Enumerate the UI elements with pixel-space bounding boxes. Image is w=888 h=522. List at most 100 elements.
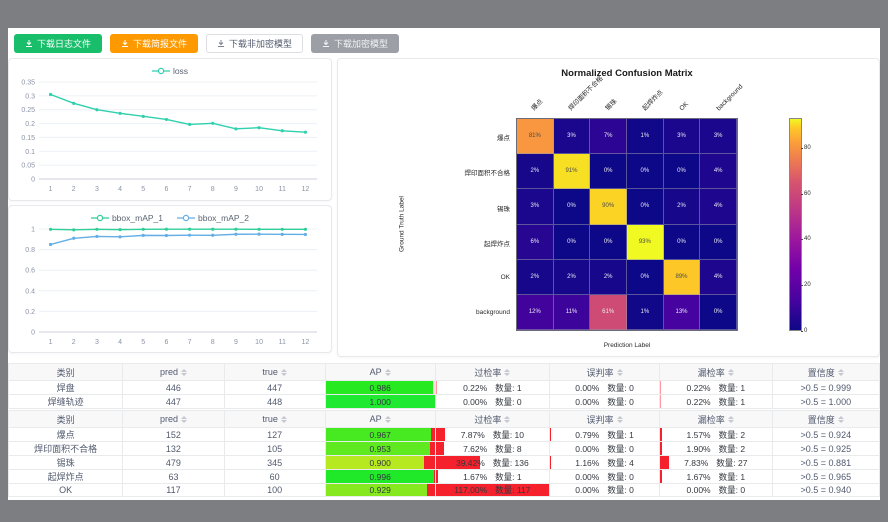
matrix-cell: 89% <box>664 260 701 295</box>
column-header-误判率[interactable]: 误判率 <box>550 364 660 381</box>
download-encrypted-model-button[interactable]: 下载加密模型 <box>311 34 399 53</box>
column-header-pred[interactable]: pred <box>123 411 224 428</box>
rate-text: 1.16%数量: 4 <box>550 456 659 469</box>
column-header-true[interactable]: true <box>224 411 325 428</box>
matrix-cell: 3% <box>664 119 701 154</box>
column-header-漏检率[interactable]: 漏检率 <box>660 364 773 381</box>
true-cell: 127 <box>224 428 325 442</box>
column-header-inner[interactable]: 置信度 <box>773 366 879 379</box>
ap-text: 0.929 <box>370 485 391 495</box>
column-header-label: 漏检率 <box>698 366 725 379</box>
overdetect-cell: 39.42%数量: 136 <box>435 456 549 470</box>
download-unencrypted-model-button[interactable]: 下载非加密模型 <box>206 34 303 53</box>
sort-carets-icon[interactable] <box>838 369 844 376</box>
svg-text:6: 6 <box>164 339 168 346</box>
rate-text: 1.67%数量: 1 <box>660 470 772 483</box>
confidence-cell: >0.5 = 0.925 <box>772 442 879 456</box>
loss-chart-panel: loss 00.050.10.150.20.250.30.35123456789… <box>8 58 332 201</box>
sort-carets-icon[interactable] <box>728 369 734 376</box>
sort-carets-icon[interactable] <box>838 416 844 423</box>
column-header-误判率[interactable]: 误判率 <box>550 411 660 428</box>
legend-item-bbox_mAP_1[interactable]: bbox_mAP_1 <box>91 213 163 223</box>
rate-count: 数量: 0 <box>719 484 745 496</box>
sort-carets-icon[interactable] <box>181 369 187 376</box>
rate-bar-cell: 0.00%数量: 0 <box>550 442 659 455</box>
misjudge-cell: 0.79%数量: 1 <box>550 428 660 442</box>
column-header-inner[interactable]: 漏检率 <box>660 366 772 379</box>
matrix-cell: 7% <box>590 119 627 154</box>
column-header-漏检率[interactable]: 漏检率 <box>660 411 773 428</box>
column-header-pred[interactable]: pred <box>123 364 224 381</box>
column-header-inner[interactable]: true <box>225 367 325 377</box>
svg-text:0.1: 0.1 <box>25 149 35 156</box>
ap-text: 0.900 <box>370 458 391 468</box>
line-chart-svg: 00.050.10.150.20.250.30.3512345678910111… <box>9 77 331 195</box>
rate-pct: 0.22% <box>687 397 711 407</box>
column-header-inner[interactable]: 过检率 <box>436 366 549 379</box>
column-header-类别: 类别 <box>9 364 123 381</box>
missdetect-cell: 7.83%数量: 27 <box>660 456 773 470</box>
sort-carets-icon[interactable] <box>281 369 287 376</box>
matrix-cell: 0% <box>590 154 627 189</box>
column-header-inner[interactable]: pred <box>123 367 223 377</box>
legend-line-icon <box>152 67 170 75</box>
column-header-inner[interactable]: 误判率 <box>550 366 659 379</box>
svg-text:4: 4 <box>118 186 122 193</box>
class-cell: 爆点 <box>9 428 123 442</box>
column-header-过检率[interactable]: 过检率 <box>435 411 549 428</box>
download-log-button[interactable]: 下载日志文件 <box>14 34 102 53</box>
sort-carets-icon[interactable] <box>617 416 623 423</box>
sort-carets-icon[interactable] <box>504 416 510 423</box>
rate-pct: 1.67% <box>463 472 487 482</box>
column-header-过检率[interactable]: 过检率 <box>435 364 549 381</box>
matrix-col-label: 爆点 <box>530 97 546 113</box>
column-header-inner[interactable]: 过检率 <box>436 413 549 426</box>
missdetect-cell: 0.22%数量: 1 <box>660 381 773 395</box>
legend-item-loss[interactable]: loss <box>152 66 188 76</box>
download-report-button[interactable]: 下载简报文件 <box>110 34 198 53</box>
misjudge-cell: 0.00%数量: 0 <box>550 381 660 395</box>
column-header-inner[interactable]: 漏检率 <box>660 413 772 426</box>
legend-label: bbox_mAP_2 <box>198 213 249 223</box>
download-encrypted-model-label: 下载加密模型 <box>334 37 388 50</box>
column-header-置信度[interactable]: 置信度 <box>772 411 879 428</box>
sort-carets-icon[interactable] <box>728 416 734 423</box>
svg-text:8: 8 <box>211 186 215 193</box>
missdetect-cell: 1.57%数量: 2 <box>660 428 773 442</box>
rate-text: 0.00%数量: 0 <box>550 484 659 496</box>
sort-carets-icon[interactable] <box>181 416 187 423</box>
legend-item-bbox_mAP_2[interactable]: bbox_mAP_2 <box>177 213 249 223</box>
sort-carets-icon[interactable] <box>385 369 391 376</box>
matrix-cell: 12% <box>517 295 554 330</box>
line-chart-svg: 00.20.40.60.81123456789101112 <box>9 224 331 348</box>
rate-bar-cell: 0.00%数量: 0 <box>436 395 549 408</box>
column-header-AP[interactable]: AP <box>325 411 435 428</box>
colorbar-tick: 40 <box>804 236 811 242</box>
summary-table: 类别predtrueAP过检率误判率漏检率置信度焊盘4464470.9860.2… <box>8 363 880 409</box>
column-header-AP[interactable]: AP <box>325 364 435 381</box>
overdetect-cell: 7.62%数量: 8 <box>435 442 549 456</box>
sort-carets-icon[interactable] <box>281 416 287 423</box>
sort-carets-icon[interactable] <box>385 416 391 423</box>
matrix-cell: 0% <box>664 225 701 260</box>
column-header-inner[interactable]: AP <box>326 367 435 377</box>
column-header-inner[interactable]: pred <box>123 414 223 424</box>
rate-bar-cell: 39.42%数量: 136 <box>436 456 549 469</box>
download-toolbar: 下载日志文件 下载简报文件 下载非加密模型 下载加密模型 <box>14 34 399 53</box>
svg-text:2: 2 <box>72 339 76 346</box>
rate-pct: 7.83% <box>684 458 708 468</box>
column-header-true[interactable]: true <box>224 364 325 381</box>
sort-carets-icon[interactable] <box>504 369 510 376</box>
ap-value: 0.986 <box>326 381 435 394</box>
legend-line-icon <box>91 214 109 222</box>
column-header-置信度[interactable]: 置信度 <box>772 364 879 381</box>
sort-carets-icon[interactable] <box>617 369 623 376</box>
summary-table-section: 类别predtrueAP过检率误判率漏检率置信度焊盘4464470.9860.2… <box>8 363 880 409</box>
column-header-inner[interactable]: true <box>225 414 325 424</box>
matrix-cell: 2% <box>554 260 591 295</box>
column-header-inner[interactable]: AP <box>326 414 435 424</box>
column-header-inner[interactable]: 误判率 <box>550 413 659 426</box>
download-unencrypted-model-label: 下载非加密模型 <box>229 37 292 50</box>
column-header-inner[interactable]: 置信度 <box>773 413 879 426</box>
svg-text:12: 12 <box>302 186 310 193</box>
